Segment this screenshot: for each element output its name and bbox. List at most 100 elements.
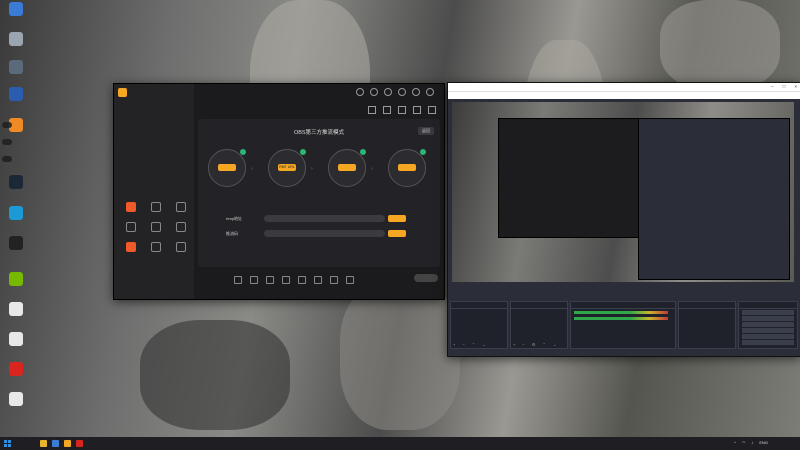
toolbar-item[interactable]: [314, 275, 322, 285]
control-button[interactable]: [742, 334, 794, 339]
desktop-notification[interactable]: [2, 122, 12, 128]
settings-icon[interactable]: [384, 88, 392, 96]
copy-address-button[interactable]: [388, 215, 406, 222]
rtmp-address-input[interactable]: [264, 215, 385, 222]
dock-toolbar[interactable]: + − ⚙ ⌃ ⌄: [513, 342, 559, 347]
control-button[interactable]: [742, 316, 794, 321]
desktop-icon[interactable]: [2, 236, 30, 251]
window-controls: – □ ×: [771, 83, 797, 91]
toolbar-item[interactable]: [298, 275, 306, 285]
tool-item[interactable]: [143, 222, 168, 233]
step-3: [328, 149, 366, 187]
desktop-icon[interactable]: [2, 272, 30, 287]
control-button[interactable]: [742, 322, 794, 327]
obs-preview[interactable]: [452, 102, 794, 282]
volume-icon[interactable]: ♪: [751, 440, 753, 445]
desktop-icon[interactable]: [2, 60, 30, 75]
rtmp-address-row: rtmp地址: [226, 215, 426, 223]
step-1: [208, 149, 246, 187]
dock-toolbar[interactable]: + − ⌃ ⌄: [453, 342, 489, 347]
desktop-icon[interactable]: [2, 206, 30, 221]
network-icon[interactable]: ◠: [742, 440, 746, 445]
taskbar-app-icon[interactable]: [52, 440, 59, 447]
sources-dock: + − ⚙ ⌃ ⌄: [509, 301, 568, 349]
desktop-icon[interactable]: [2, 332, 30, 347]
check-icon: [360, 149, 366, 155]
transitions-dock: [678, 301, 737, 349]
volume-meter[interactable]: [573, 311, 668, 314]
taskbar-app-icon[interactable]: [76, 440, 83, 447]
desktop-notification[interactable]: [2, 156, 12, 162]
tool-item[interactable]: [169, 202, 194, 213]
shield-icon[interactable]: [370, 88, 378, 96]
avatar-icon[interactable]: [356, 88, 364, 96]
desktop-icon[interactable]: [2, 2, 30, 17]
dock-header: [739, 302, 797, 309]
toolbar-item[interactable]: [282, 275, 290, 285]
toolbar-item[interactable]: [234, 275, 242, 285]
close-icon[interactable]: [426, 88, 434, 96]
room-title: [198, 101, 205, 106]
taskbar-app-icon[interactable]: [64, 440, 71, 447]
control-button[interactable]: [742, 340, 794, 345]
tool-item[interactable]: [169, 222, 194, 233]
desktop-notification[interactable]: [2, 139, 12, 145]
bell-icon[interactable]: [413, 106, 421, 114]
check-icon: [300, 149, 306, 155]
maximize-icon[interactable]: □: [783, 83, 786, 91]
windows-start-icon[interactable]: [4, 440, 11, 447]
tool-item[interactable]: [169, 242, 194, 253]
obs-status-bar: [448, 349, 800, 356]
step-2: RMT URL: [268, 149, 306, 187]
gift-icon[interactable]: [398, 106, 406, 114]
toolbar-icon: [298, 275, 306, 284]
toolbar-item[interactable]: [330, 275, 338, 285]
source-item[interactable]: [511, 309, 567, 311]
toolbar-icon: [282, 275, 290, 284]
desktop-icon[interactable]: [2, 87, 30, 102]
taskbar-app-icon[interactable]: [40, 440, 47, 447]
share-icon[interactable]: [428, 106, 436, 114]
tool-icon: [125, 242, 136, 252]
transition-select[interactable]: [679, 309, 735, 311]
app-icon: [9, 332, 23, 346]
tool-item[interactable]: [118, 202, 143, 213]
dock-header: [451, 302, 507, 309]
toolbar-item[interactable]: [250, 275, 258, 285]
stream-key-input[interactable]: [264, 230, 385, 237]
back-button[interactable]: 返回: [418, 127, 434, 135]
window-controls: [356, 88, 434, 96]
toolbar-item[interactable]: [266, 275, 274, 285]
input-language[interactable]: ENG: [759, 440, 768, 445]
arrow-icon: ›: [371, 166, 373, 172]
control-button[interactable]: [742, 310, 794, 315]
copy-key-button[interactable]: [388, 230, 406, 237]
desktop-icon[interactable]: [2, 392, 30, 407]
tool-item[interactable]: [118, 242, 143, 253]
desktop-icon[interactable]: [2, 302, 30, 317]
tool-item[interactable]: [143, 242, 168, 253]
card-title: OBS第三方推流模式: [293, 130, 345, 136]
trash-icon[interactable]: [368, 106, 376, 114]
desktop-icon[interactable]: [2, 362, 30, 377]
tool-item[interactable]: [143, 202, 168, 213]
control-button[interactable]: [742, 328, 794, 333]
scene-item[interactable]: [451, 309, 507, 311]
volume-meter[interactable]: [573, 317, 668, 320]
desktop-icon[interactable]: [2, 175, 30, 190]
desktop-icon[interactable]: [2, 32, 30, 47]
lock-icon[interactable]: [383, 106, 391, 114]
minimize-icon[interactable]: –: [771, 83, 774, 91]
close-icon[interactable]: ×: [794, 83, 797, 91]
toolbar-icon: [346, 275, 354, 284]
app-icon: [9, 2, 23, 16]
toolbar-item[interactable]: [346, 275, 354, 285]
tray-chevron-icon[interactable]: ^: [734, 440, 736, 445]
app-icon: [9, 236, 23, 250]
tool-icon: [176, 222, 187, 232]
toolbar-icon: [314, 275, 322, 284]
menu-icon[interactable]: [398, 88, 406, 96]
minimize-icon[interactable]: [412, 88, 420, 96]
tool-item[interactable]: [118, 222, 143, 233]
go-live-button[interactable]: [414, 274, 438, 282]
